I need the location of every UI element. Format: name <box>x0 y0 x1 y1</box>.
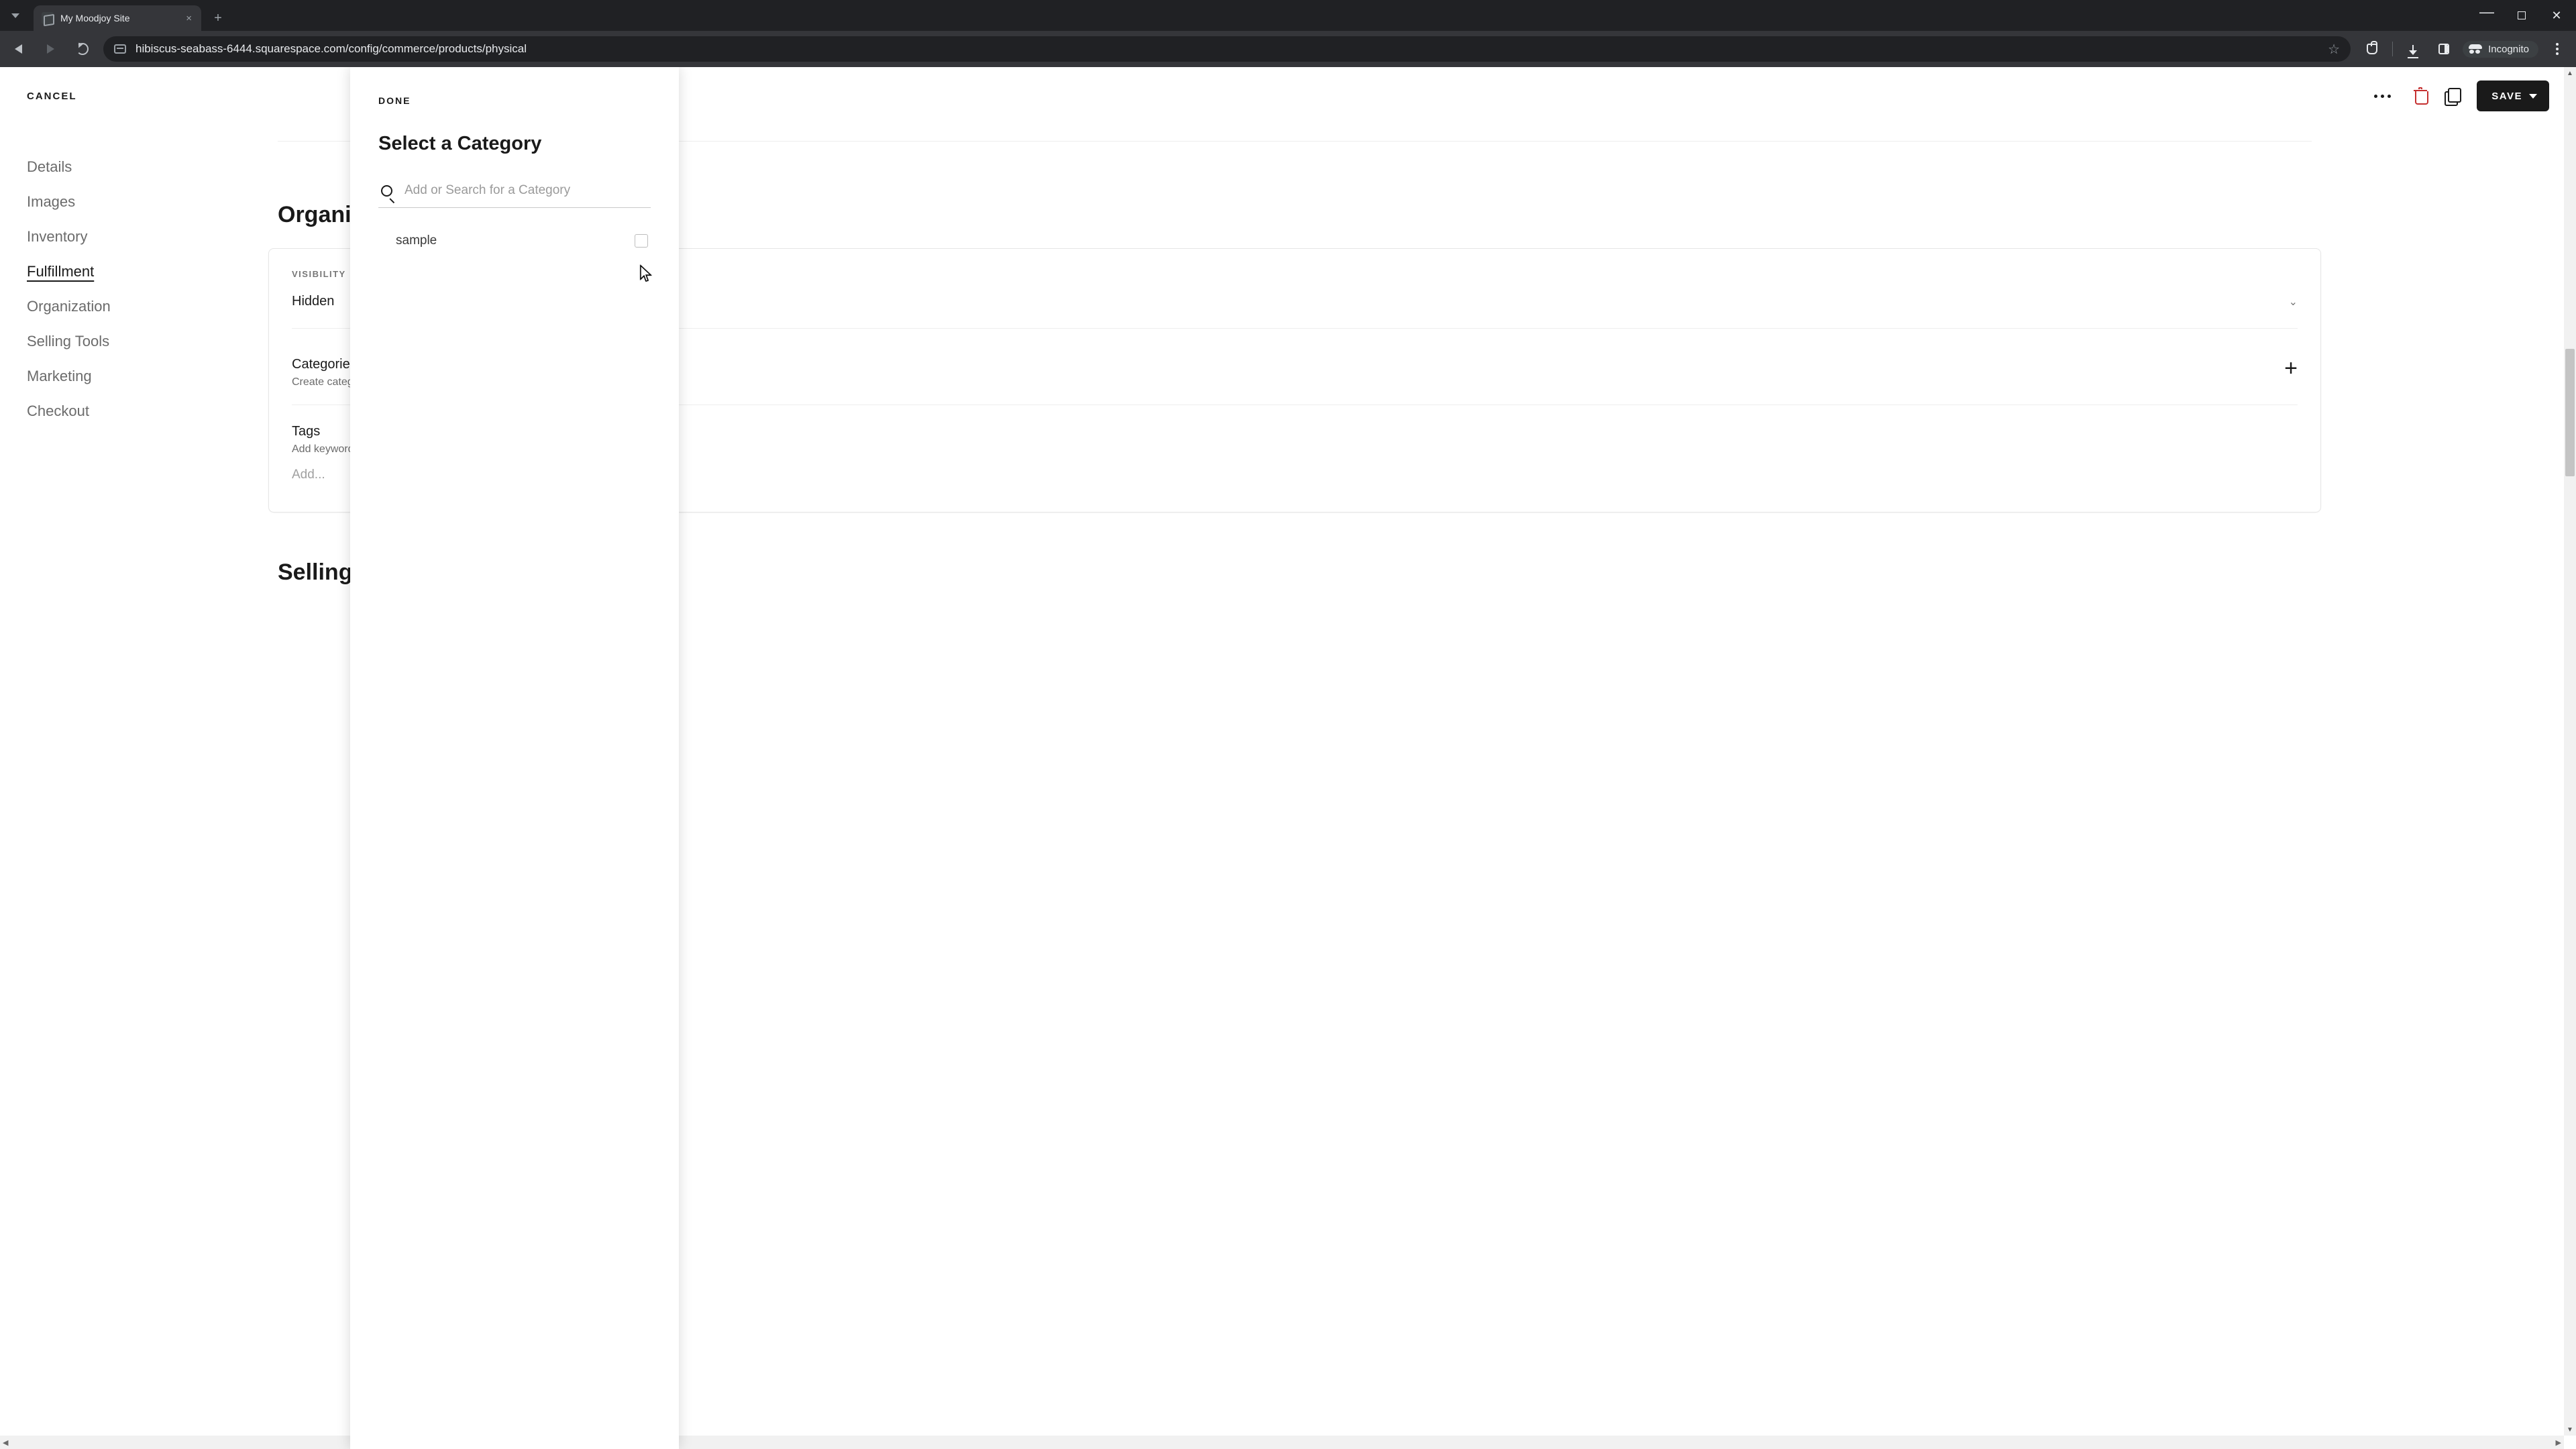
save-button-label: SAVE <box>2491 91 2522 102</box>
chevron-down-icon: ⌄ <box>2289 295 2298 309</box>
address-bar[interactable]: hibiscus-seabass-6444.squarespace.com/co… <box>103 36 2351 62</box>
downloads-icon[interactable] <box>2401 37 2425 61</box>
toolbar-separator <box>2392 42 2393 56</box>
sidenav-item-images[interactable]: Images <box>27 189 111 215</box>
category-item[interactable]: sample <box>378 227 651 255</box>
window-minimize-button[interactable]: — <box>2471 0 2502 24</box>
sidenav-item-checkout[interactable]: Checkout <box>27 398 111 424</box>
category-item-checkbox[interactable] <box>635 234 648 248</box>
duplicate-button[interactable] <box>2445 89 2459 103</box>
tab-favicon <box>42 12 54 24</box>
sidenav-item-inventory[interactable]: Inventory <box>27 224 111 250</box>
extensions-icon[interactable] <box>2360 37 2384 61</box>
scroll-right-arrow[interactable]: ▶ <box>2556 1438 2561 1447</box>
add-category-button[interactable]: + <box>2284 357 2298 380</box>
side-panel-icon[interactable] <box>2432 37 2456 61</box>
sidenav-item-organization[interactable]: Organization <box>27 294 111 319</box>
browser-toolbar: hibiscus-seabass-6444.squarespace.com/co… <box>0 31 2576 67</box>
visibility-value: Hidden <box>292 294 334 309</box>
new-tab-button[interactable]: + <box>208 8 228 28</box>
nav-back-button[interactable] <box>7 38 30 60</box>
scroll-down-arrow[interactable]: ▼ <box>2564 1424 2576 1436</box>
close-tab-icon[interactable]: × <box>186 13 192 24</box>
category-search-input[interactable] <box>405 183 649 198</box>
search-icon <box>381 185 392 197</box>
window-maximize-button[interactable] <box>2506 3 2537 28</box>
category-list: sample <box>378 227 651 255</box>
window-controls: — ✕ <box>2471 0 2572 31</box>
nav-reload-button[interactable] <box>71 38 94 60</box>
cancel-button[interactable]: CANCEL <box>27 91 77 102</box>
editor-sidenav: Details Images Inventory Fulfillment Org… <box>27 154 111 424</box>
tab-title: My Moodjoy Site <box>60 13 129 23</box>
app-viewport: CANCEL SAVE Details Images Inventory Ful… <box>0 67 2576 1449</box>
tablist-dropdown[interactable] <box>0 0 31 31</box>
browser-tabstrip: My Moodjoy Site × + — ✕ <box>0 0 2576 31</box>
bookmark-star-icon[interactable]: ☆ <box>2328 41 2340 58</box>
url-text: hibiscus-seabass-6444.squarespace.com/co… <box>136 42 2318 56</box>
sidenav-item-fulfillment[interactable]: Fulfillment <box>27 259 111 284</box>
chevron-down-icon <box>2529 94 2537 99</box>
incognito-icon <box>2468 44 2483 54</box>
scroll-thumb[interactable] <box>2565 349 2575 476</box>
category-search-row <box>378 178 651 208</box>
incognito-badge[interactable]: Incognito <box>2463 41 2538 58</box>
scroll-up-arrow[interactable]: ▲ <box>2564 67 2576 79</box>
browser-tab[interactable]: My Moodjoy Site × <box>34 5 201 31</box>
sidenav-item-marketing[interactable]: Marketing <box>27 364 111 389</box>
browser-menu-button[interactable] <box>2545 37 2569 61</box>
site-info-icon[interactable] <box>114 44 126 54</box>
window-close-button[interactable]: ✕ <box>2541 3 2572 28</box>
vertical-scrollbar[interactable]: ▲ ▼ <box>2564 67 2576 1436</box>
category-item-name: sample <box>396 233 437 248</box>
save-button[interactable]: SAVE <box>2477 80 2549 111</box>
delete-button[interactable] <box>2414 89 2427 103</box>
incognito-label: Incognito <box>2488 44 2529 55</box>
sidenav-item-selling-tools[interactable]: Selling Tools <box>27 329 111 354</box>
more-actions-button[interactable] <box>2369 89 2396 103</box>
scroll-left-arrow[interactable]: ◀ <box>3 1438 8 1447</box>
select-category-panel: DONE Select a Category sample <box>350 67 679 1449</box>
done-button[interactable]: DONE <box>378 95 651 106</box>
sidenav-item-details[interactable]: Details <box>27 154 111 180</box>
modal-title: Select a Category <box>378 133 651 155</box>
nav-forward-button[interactable] <box>39 38 62 60</box>
